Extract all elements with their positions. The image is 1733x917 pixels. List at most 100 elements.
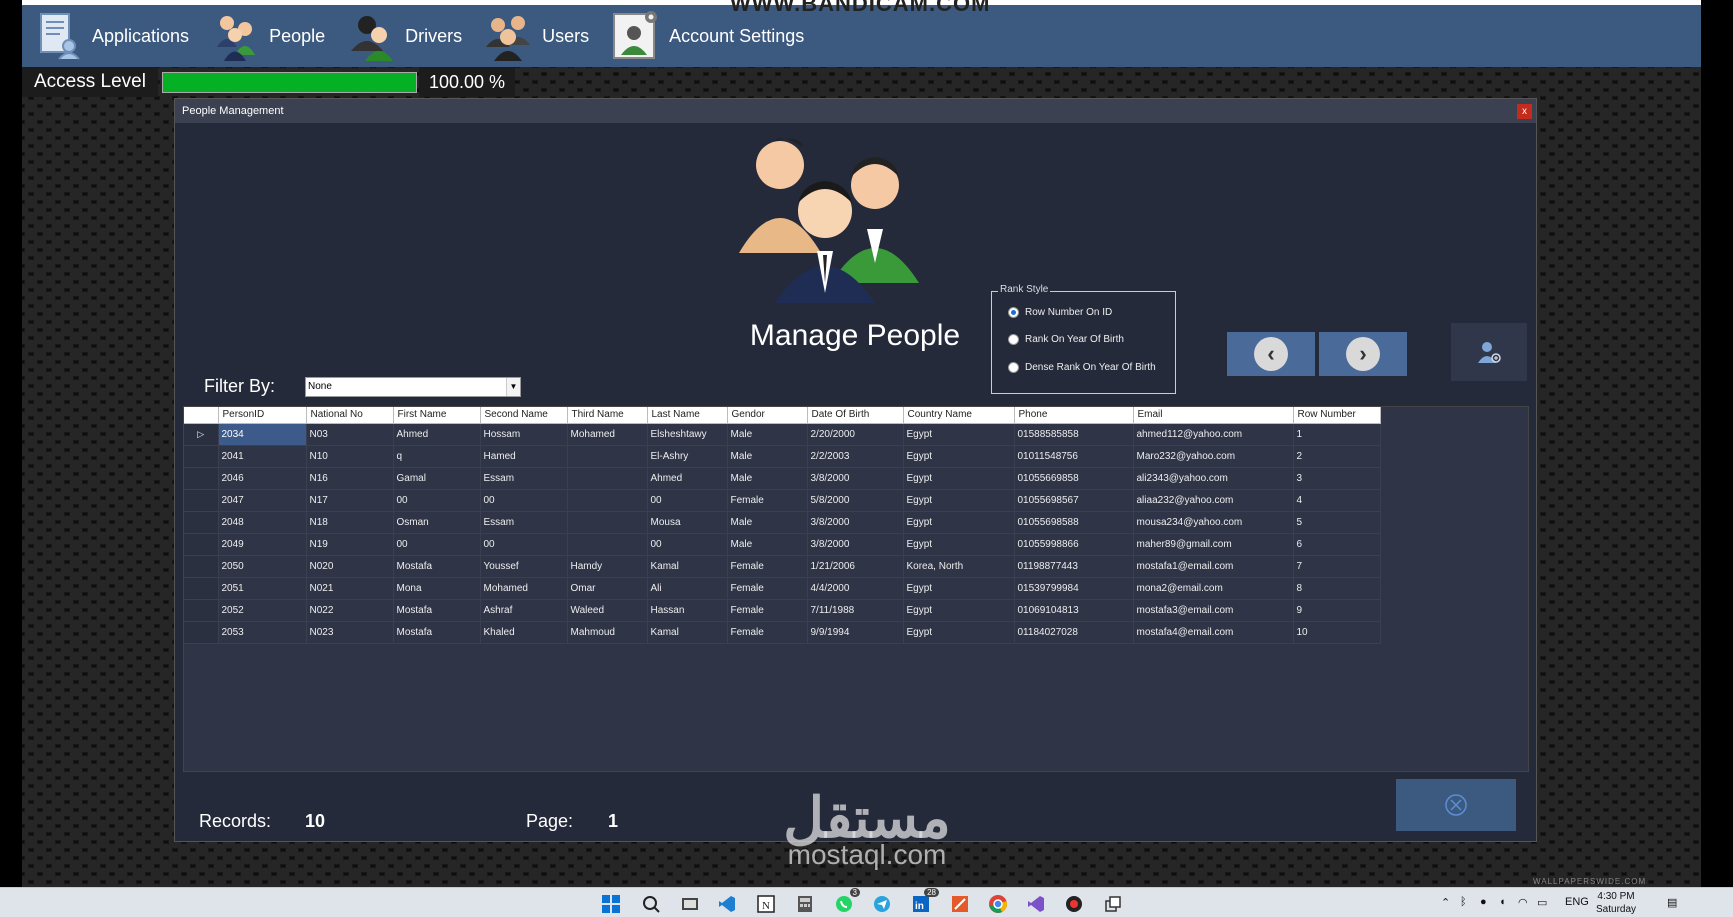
- table-cell[interactable]: 1/21/2006: [807, 555, 904, 578]
- table-cell[interactable]: Ali: [647, 577, 728, 600]
- table-cell[interactable]: 00: [480, 533, 568, 556]
- window-close-button[interactable]: x: [1517, 104, 1532, 119]
- table-cell[interactable]: 01055669858: [1014, 467, 1134, 490]
- table-cell[interactable]: 01198877443: [1014, 555, 1134, 578]
- table-cell[interactable]: N022: [306, 599, 394, 622]
- table-cell[interactable]: Female: [727, 577, 808, 600]
- table-cell[interactable]: Kamal: [647, 555, 728, 578]
- table-cell[interactable]: q: [393, 445, 481, 468]
- table-cell[interactable]: mostafa1@email.com: [1133, 555, 1294, 578]
- table-cell[interactable]: 01011548756: [1014, 445, 1134, 468]
- table-cell[interactable]: Egypt: [903, 577, 1015, 600]
- menu-applications[interactable]: Applications: [22, 5, 199, 67]
- table-cell[interactable]: Mahmoud: [567, 621, 648, 644]
- table-cell[interactable]: Essam: [480, 467, 568, 490]
- menu-users[interactable]: Users: [472, 5, 599, 67]
- table-cell[interactable]: 10: [1293, 621, 1381, 644]
- column-header[interactable]: Third Name: [567, 407, 648, 424]
- search-icon[interactable]: [641, 894, 661, 914]
- table-cell[interactable]: 9: [1293, 599, 1381, 622]
- row-header[interactable]: [184, 599, 219, 622]
- current-row-indicator-icon[interactable]: ▷: [184, 423, 219, 446]
- table-cell[interactable]: Male: [727, 445, 808, 468]
- whatsapp-icon[interactable]: 3: [834, 888, 860, 914]
- column-header[interactable]: Second Name: [480, 407, 568, 424]
- column-header[interactable]: National No: [306, 407, 394, 424]
- row-header[interactable]: [184, 445, 219, 468]
- table-row[interactable]: 2053 N023 Mostafa Khaled Mahmoud Kamal Female 9…: [184, 621, 1381, 644]
- table-cell[interactable]: mostafa4@email.com: [1133, 621, 1294, 644]
- table-cell[interactable]: 7: [1293, 555, 1381, 578]
- table-cell[interactable]: 01539799984: [1014, 577, 1134, 600]
- table-cell[interactable]: Ashraf: [480, 599, 568, 622]
- table-cell[interactable]: Egypt: [903, 511, 1015, 534]
- table-cell[interactable]: 2034: [218, 423, 307, 446]
- column-header[interactable]: Date Of Birth: [807, 407, 904, 424]
- table-cell[interactable]: [567, 467, 648, 490]
- table-row[interactable]: 2051 N021 Mona Mohamed Omar Ali Female 4/4/2000…: [184, 577, 1381, 600]
- table-cell[interactable]: 01588585858: [1014, 423, 1134, 446]
- table-cell[interactable]: N021: [306, 577, 394, 600]
- visual-studio-icon[interactable]: [1026, 894, 1046, 914]
- table-cell[interactable]: 01069104813: [1014, 599, 1134, 622]
- volume-icon[interactable]: ◖: [1499, 896, 1506, 908]
- table-cell[interactable]: 01055998866: [1014, 533, 1134, 556]
- table-cell[interactable]: [567, 511, 648, 534]
- table-cell[interactable]: Hossam: [480, 423, 568, 446]
- table-cell[interactable]: mona2@email.com: [1133, 577, 1294, 600]
- table-cell[interactable]: N16: [306, 467, 394, 490]
- radio-rank-on-year-of-birth[interactable]: Rank On Year Of Birth: [1008, 334, 1124, 345]
- table-cell[interactable]: 00: [647, 533, 728, 556]
- table-cell[interactable]: 5/8/2000: [807, 489, 904, 512]
- table-cell[interactable]: Mousa: [647, 511, 728, 534]
- row-header[interactable]: [184, 511, 219, 534]
- table-cell[interactable]: Elsheshtawy: [647, 423, 728, 446]
- table-cell[interactable]: Egypt: [903, 621, 1015, 644]
- column-header[interactable]: Last Name: [647, 407, 728, 424]
- table-cell[interactable]: 3/8/2000: [807, 533, 904, 556]
- table-cell[interactable]: Waleed: [567, 599, 648, 622]
- table-cell[interactable]: 6: [1293, 533, 1381, 556]
- table-cell[interactable]: 2053: [218, 621, 307, 644]
- microphone-icon[interactable]: ●: [1480, 896, 1487, 908]
- clock[interactable]: 4:30 PM Saturday: [1596, 890, 1636, 916]
- table-cell[interactable]: N10: [306, 445, 394, 468]
- vscode-icon[interactable]: [717, 894, 737, 914]
- close-button[interactable]: [1396, 779, 1516, 831]
- table-cell[interactable]: [567, 533, 648, 556]
- table-cell[interactable]: Korea, North: [903, 555, 1015, 578]
- table-cell[interactable]: 2046: [218, 467, 307, 490]
- table-cell[interactable]: 4/4/2000: [807, 577, 904, 600]
- table-cell[interactable]: Female: [727, 489, 808, 512]
- table-cell[interactable]: Youssef: [480, 555, 568, 578]
- table-cell[interactable]: 2051: [218, 577, 307, 600]
- table-cell[interactable]: 00: [480, 489, 568, 512]
- table-cell[interactable]: Female: [727, 621, 808, 644]
- bluetooth-icon[interactable]: ᛒ: [1460, 896, 1467, 908]
- radio-dense-rank-on-year-of-birth[interactable]: Dense Rank On Year Of Birth: [1008, 362, 1156, 373]
- table-cell[interactable]: mostafa3@email.com: [1133, 599, 1294, 622]
- table-cell[interactable]: ahmed112@yahoo.com: [1133, 423, 1294, 446]
- table-cell[interactable]: Male: [727, 533, 808, 556]
- table-cell[interactable]: Male: [727, 467, 808, 490]
- table-cell[interactable]: Female: [727, 599, 808, 622]
- table-cell[interactable]: Egypt: [903, 533, 1015, 556]
- table-row[interactable]: 2052 N022 Mostafa Ashraf Waleed Hassan Female 7…: [184, 599, 1381, 622]
- table-cell[interactable]: Mostafa: [393, 599, 481, 622]
- table-cell[interactable]: [567, 489, 648, 512]
- telegram-icon[interactable]: [872, 894, 892, 914]
- active-app-icon[interactable]: [1103, 894, 1123, 914]
- chrome-icon[interactable]: [988, 894, 1008, 914]
- calculator-icon[interactable]: [795, 894, 815, 914]
- battery-icon[interactable]: ▭: [1537, 896, 1547, 909]
- table-cell[interactable]: [567, 445, 648, 468]
- table-cell[interactable]: 3/8/2000: [807, 511, 904, 534]
- table-cell[interactable]: Khaled: [480, 621, 568, 644]
- table-cell[interactable]: Mona: [393, 577, 481, 600]
- table-cell[interactable]: Egypt: [903, 445, 1015, 468]
- table-cell[interactable]: 2/2/2003: [807, 445, 904, 468]
- table-cell[interactable]: 00: [393, 489, 481, 512]
- table-cell[interactable]: N18: [306, 511, 394, 534]
- notifications-icon[interactable]: ▤: [1667, 896, 1677, 909]
- table-row[interactable]: 2048 N18 Osman Essam Mousa Male 3/8/2000 Egypt 0…: [184, 511, 1381, 534]
